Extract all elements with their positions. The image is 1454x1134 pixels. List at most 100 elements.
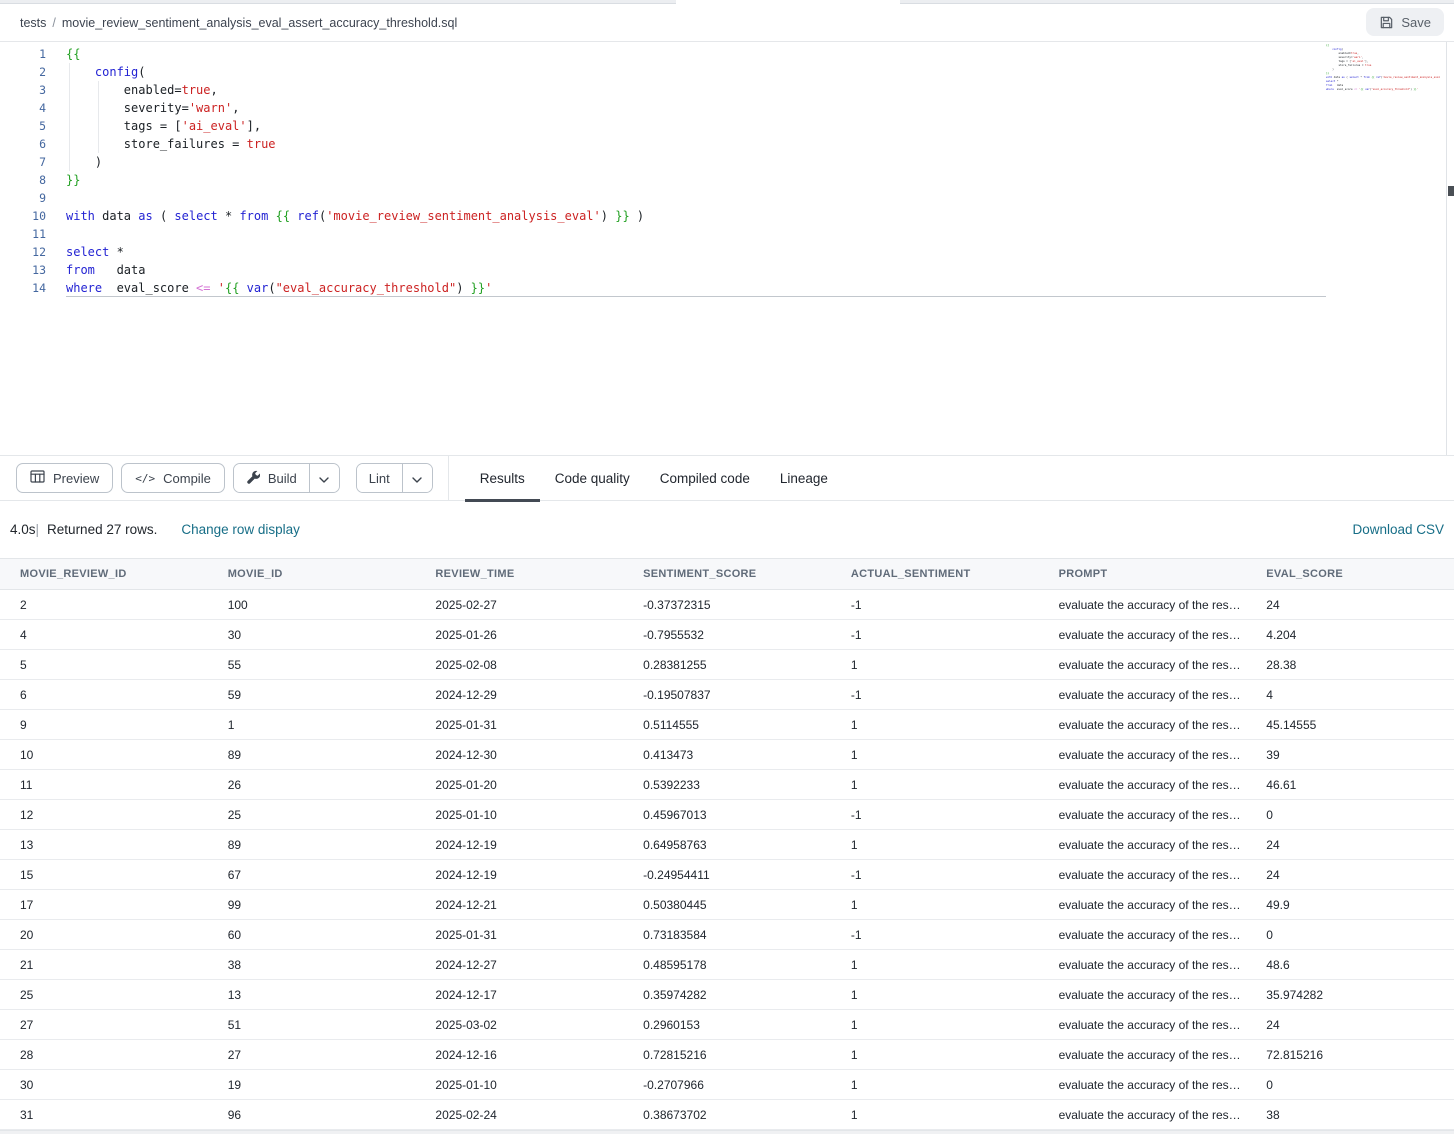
tab-code-quality[interactable]: Code quality [540,455,645,501]
prompt-cell: evaluate the accuracy of the res…❯ [1039,1100,1247,1129]
download-csv-link[interactable]: Download CSV [1352,522,1444,537]
tab-results[interactable]: Results [465,455,540,501]
table-cell: 13 [0,830,208,859]
table-cell: -0.2707966 [623,1070,831,1099]
code-line[interactable]: 11 [0,225,1454,243]
code-token: with [66,209,95,223]
table-cell: 13 [208,980,416,1009]
code-token: }} [66,173,80,187]
table-cell: 1 [831,1040,1039,1069]
code-token: 'warn' [189,101,232,115]
code-line-content: where eval_score <= '{{ var("eval_accura… [46,279,1454,297]
editor-scrollbar[interactable] [1446,42,1454,455]
indent-guide [98,135,99,153]
save-button[interactable]: Save [1366,8,1444,36]
table-cell: 30 [0,1070,208,1099]
table-row: 912025-01-310.51145551evaluate the accur… [0,710,1454,740]
code-line[interactable]: 7 ) [0,153,1454,171]
preview-button[interactable]: Preview [16,463,113,493]
code-token: * [218,209,240,223]
table-cell: 2025-01-20 [415,770,623,799]
tab-lineage[interactable]: Lineage [765,455,843,501]
code-line[interactable]: 12select * [0,243,1454,261]
table-cell: 1 [831,1010,1039,1039]
compile-button[interactable]: </> Compile [121,463,225,493]
breadcrumb-root: tests [20,16,46,30]
table-cell: 2025-01-10 [415,800,623,829]
toolbar-divider [448,455,449,501]
query-duration: 4.0s [10,522,36,537]
table-row: 11262025-01-200.53922331evaluate the acc… [0,770,1454,800]
table-row: 28272024-12-160.728152161evaluate the ac… [0,1040,1454,1070]
editor-scrollbar-thumb[interactable] [1448,186,1454,196]
code-token: ' [485,281,492,295]
code-line[interactable]: 6 store_failures = true [0,135,1454,153]
table-cell: 1 [831,710,1039,739]
build-dropdown-button[interactable] [309,464,339,492]
code-line[interactable]: 1{{ [0,45,1454,63]
horizontal-scrollbar-track[interactable] [0,1130,1454,1134]
line-number: 6 [0,135,46,153]
table-cell: 2025-01-31 [415,920,623,949]
code-line[interactable]: 10with data as ( select * from {{ ref('m… [0,207,1454,225]
code-token: 'movie_review_sentiment_analysis_eval' [326,209,601,223]
prompt-text: evaluate the accuracy of the res… [1059,928,1241,942]
code-line[interactable]: 14where eval_score <= '{{ var("eval_accu… [0,279,1454,297]
prompt-text: evaluate the accuracy of the res… [1059,688,1241,702]
table-cell: 2024-12-30 [415,740,623,769]
table-cell: 2 [0,590,208,619]
table-row: 31962025-02-240.386737021evaluate the ac… [0,1100,1454,1130]
chevron-down-icon [319,471,329,486]
table-row: 15672024-12-19-0.24954411-1evaluate the … [0,860,1454,890]
results-toolbar: Preview </> Compile Build Lint [0,455,1454,501]
code-line[interactable]: 5 tags = ['ai_eval'], [0,117,1454,135]
code-line[interactable]: 13from data [0,261,1454,279]
lint-dropdown-button[interactable] [402,464,432,492]
column-header-actual_sentiment: ACTUAL_SENTIMENT [831,559,1039,589]
code-token: <= [196,281,210,295]
table-cell: 0.413473 [623,740,831,769]
prompt-cell: evaluate the accuracy of the res…❯ [1039,1040,1247,1069]
code-line-content: }} [46,171,1454,189]
lint-button[interactable]: Lint [357,464,402,492]
table-cell: -0.7955532 [623,620,831,649]
prompt-cell: evaluate the accuracy of the res…❯ [1039,710,1247,739]
breadcrumb-filename: movie_review_sentiment_analysis_eval_ass… [62,16,457,30]
code-line[interactable]: 2 config( [0,63,1454,81]
line-number: 4 [0,99,46,117]
results-table-header: MOVIE_REVIEW_IDMOVIE_IDREVIEW_TIMESENTIM… [0,558,1454,590]
editor-minimap[interactable]: {{ config( enabled=true, severity='warn'… [1326,44,1440,164]
build-button[interactable]: Build [234,464,309,492]
indent-guide [69,63,70,81]
change-row-display-link[interactable]: Change row display [181,522,300,537]
indent-guide [98,81,99,99]
code-line-content: tags = ['ai_eval'], [46,117,1454,135]
results-table-body: 21002025-02-27-0.37372315-1evaluate the … [0,590,1454,1130]
tab-compiled-code[interactable]: Compiled code [645,455,765,501]
code-line[interactable]: 3 enabled=true, [0,81,1454,99]
line-number: 11 [0,225,46,243]
code-line[interactable]: 4 severity='warn', [0,99,1454,117]
code-line[interactable]: 9 [0,189,1454,207]
code-line[interactable]: 8}} [0,171,1454,189]
indent-guide [69,117,70,135]
code-token: as [138,209,152,223]
code-token: {{ [276,209,290,223]
line-number: 13 [0,261,46,279]
table-cell: -1 [831,920,1039,949]
prompt-text: evaluate the accuracy of the res… [1059,898,1241,912]
code-token: 'ai_eval' [182,119,247,133]
table-cell: 20 [0,920,208,949]
table-cell: 5 [0,650,208,679]
line-number: 9 [0,189,46,207]
table-cell: 24 [1246,860,1454,889]
table-cell: 89 [208,740,416,769]
code-editor[interactable]: 1{{2 config(3 enabled=true,4 severity='w… [0,42,1454,455]
table-cell: 2024-12-21 [415,890,623,919]
prompt-cell: evaluate the accuracy of the res…❯ [1039,650,1247,679]
table-cell: 1 [831,1100,1039,1129]
prompt-cell: evaluate the accuracy of the res…❯ [1039,920,1247,949]
column-header-movie_id: MOVIE_ID [208,559,416,589]
table-cell: 55 [208,650,416,679]
breadcrumb-separator: / [52,16,55,30]
